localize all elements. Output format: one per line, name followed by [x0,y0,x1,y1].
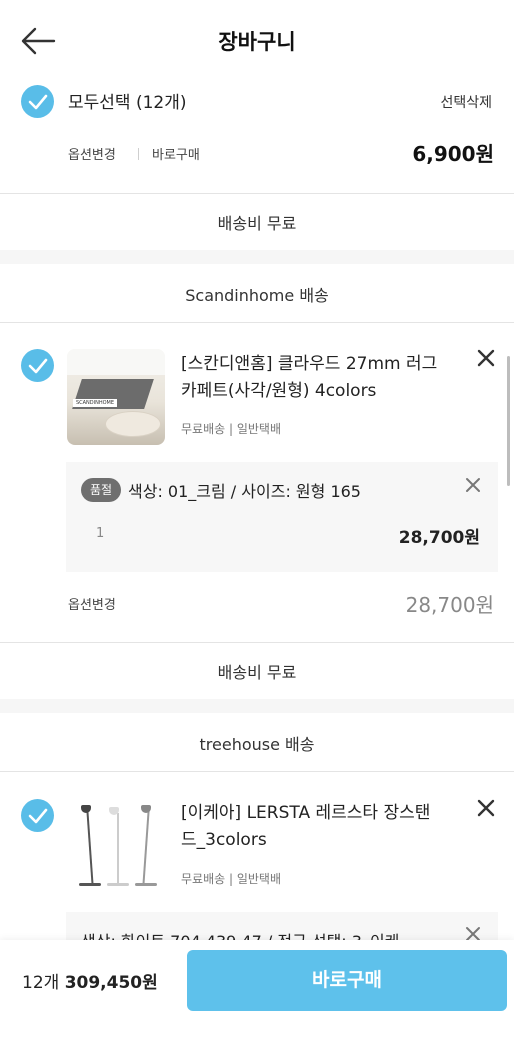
product-name-line: 드_3colors [181,830,267,850]
lamp-base [135,883,157,886]
scrollbar[interactable] [507,356,510,486]
bottom-bar: 12개 309,450원 바로구매 [0,940,514,1044]
check-icon [28,808,48,824]
shipping-free-label: 배송비 무료 [217,214,297,233]
select-all-checkbox[interactable] [21,85,54,118]
lamp-pole [86,811,94,885]
close-icon [477,349,495,367]
buy-now-link[interactable]: 바로구매 [152,144,200,163]
product-checkbox[interactable] [21,349,54,382]
sold-out-badge: 품절 [81,478,121,502]
seller-title: Scandinhome 배송 [185,286,329,305]
subtotal-price: 28,700원 [405,593,494,617]
brand-label: SCANDINHOME [73,399,117,407]
option-quantity[interactable]: 1 [96,526,104,541]
select-all-row: 모두선택 (12개) 선택삭제 [0,78,514,126]
remove-product-button[interactable] [476,348,496,368]
option-change-link[interactable]: 옵션변경 [68,144,116,163]
option-text: 색상: 01_크림 / 사이즈: 원형 165 [128,482,361,501]
round-rug [105,411,161,437]
shipping-free-label: 배송비 무료 [217,663,297,682]
top-item-option-row: 옵션변경 바로구매 6,900원 [0,130,514,174]
shipping-info: 배송비 무료 [0,194,514,250]
buy-now-button[interactable]: 바로구매 [187,950,507,1011]
product-image[interactable]: SCANDINHOME [67,349,165,445]
sofa-shape [67,349,165,375]
product-checkbox[interactable] [21,799,54,832]
page-title: 장바구니 [218,30,296,54]
product-shipping-info: 무료배송 | 일반택배 [181,872,281,886]
product-name[interactable]: [스칸디앤홈] 클라우드 27mm 러그 카페트(사각/원형) 4colors [181,351,456,405]
total-summary: 12개 309,450원 [22,968,158,993]
option-price: 28,700원 [398,528,480,548]
check-icon [28,358,48,374]
close-icon [466,478,480,492]
lamp-base [79,883,101,886]
lamp-head [81,805,91,813]
section-gap [0,699,514,713]
divider [0,322,514,323]
product-name[interactable]: [이케아] LERSTA 레르스타 장스탠 드_3colors [181,800,456,854]
divider [138,148,139,160]
remove-option-button[interactable] [463,475,483,495]
section-gap [0,250,514,264]
product-shipping-info: 무료배송 | 일반택배 [181,422,281,436]
check-icon [28,94,48,110]
select-all-label[interactable]: 모두선택 (12개) [68,88,187,113]
seller-header: Scandinhome 배송 [0,264,514,322]
lamp-pole [117,813,119,885]
header: 장바구니 [0,0,514,76]
total-price: 309,450원 [64,973,158,993]
divider [0,771,514,772]
product-image[interactable] [67,797,165,893]
product-name-line: [스칸디앤홈] 클라우드 27mm 러그 [181,354,438,374]
item-price: 6,900원 [412,142,494,166]
seller-title: treehouse 배송 [199,735,315,754]
close-icon [477,799,495,817]
shipping-info: 배송비 무료 [0,643,514,699]
lamp-base [107,883,129,886]
lamp-pole [142,811,150,885]
total-count: 12개 [22,973,60,993]
product-name-line: 카페트(사각/원형) 4colors [181,381,377,401]
remove-product-button[interactable] [476,798,496,818]
option-change-link[interactable]: 옵션변경 [68,594,116,613]
product-name-line: [이케아] LERSTA 레르스타 장스탠 [181,803,431,823]
delete-selected-button[interactable]: 선택삭제 [440,92,492,112]
seller-header: treehouse 배송 [0,713,514,771]
